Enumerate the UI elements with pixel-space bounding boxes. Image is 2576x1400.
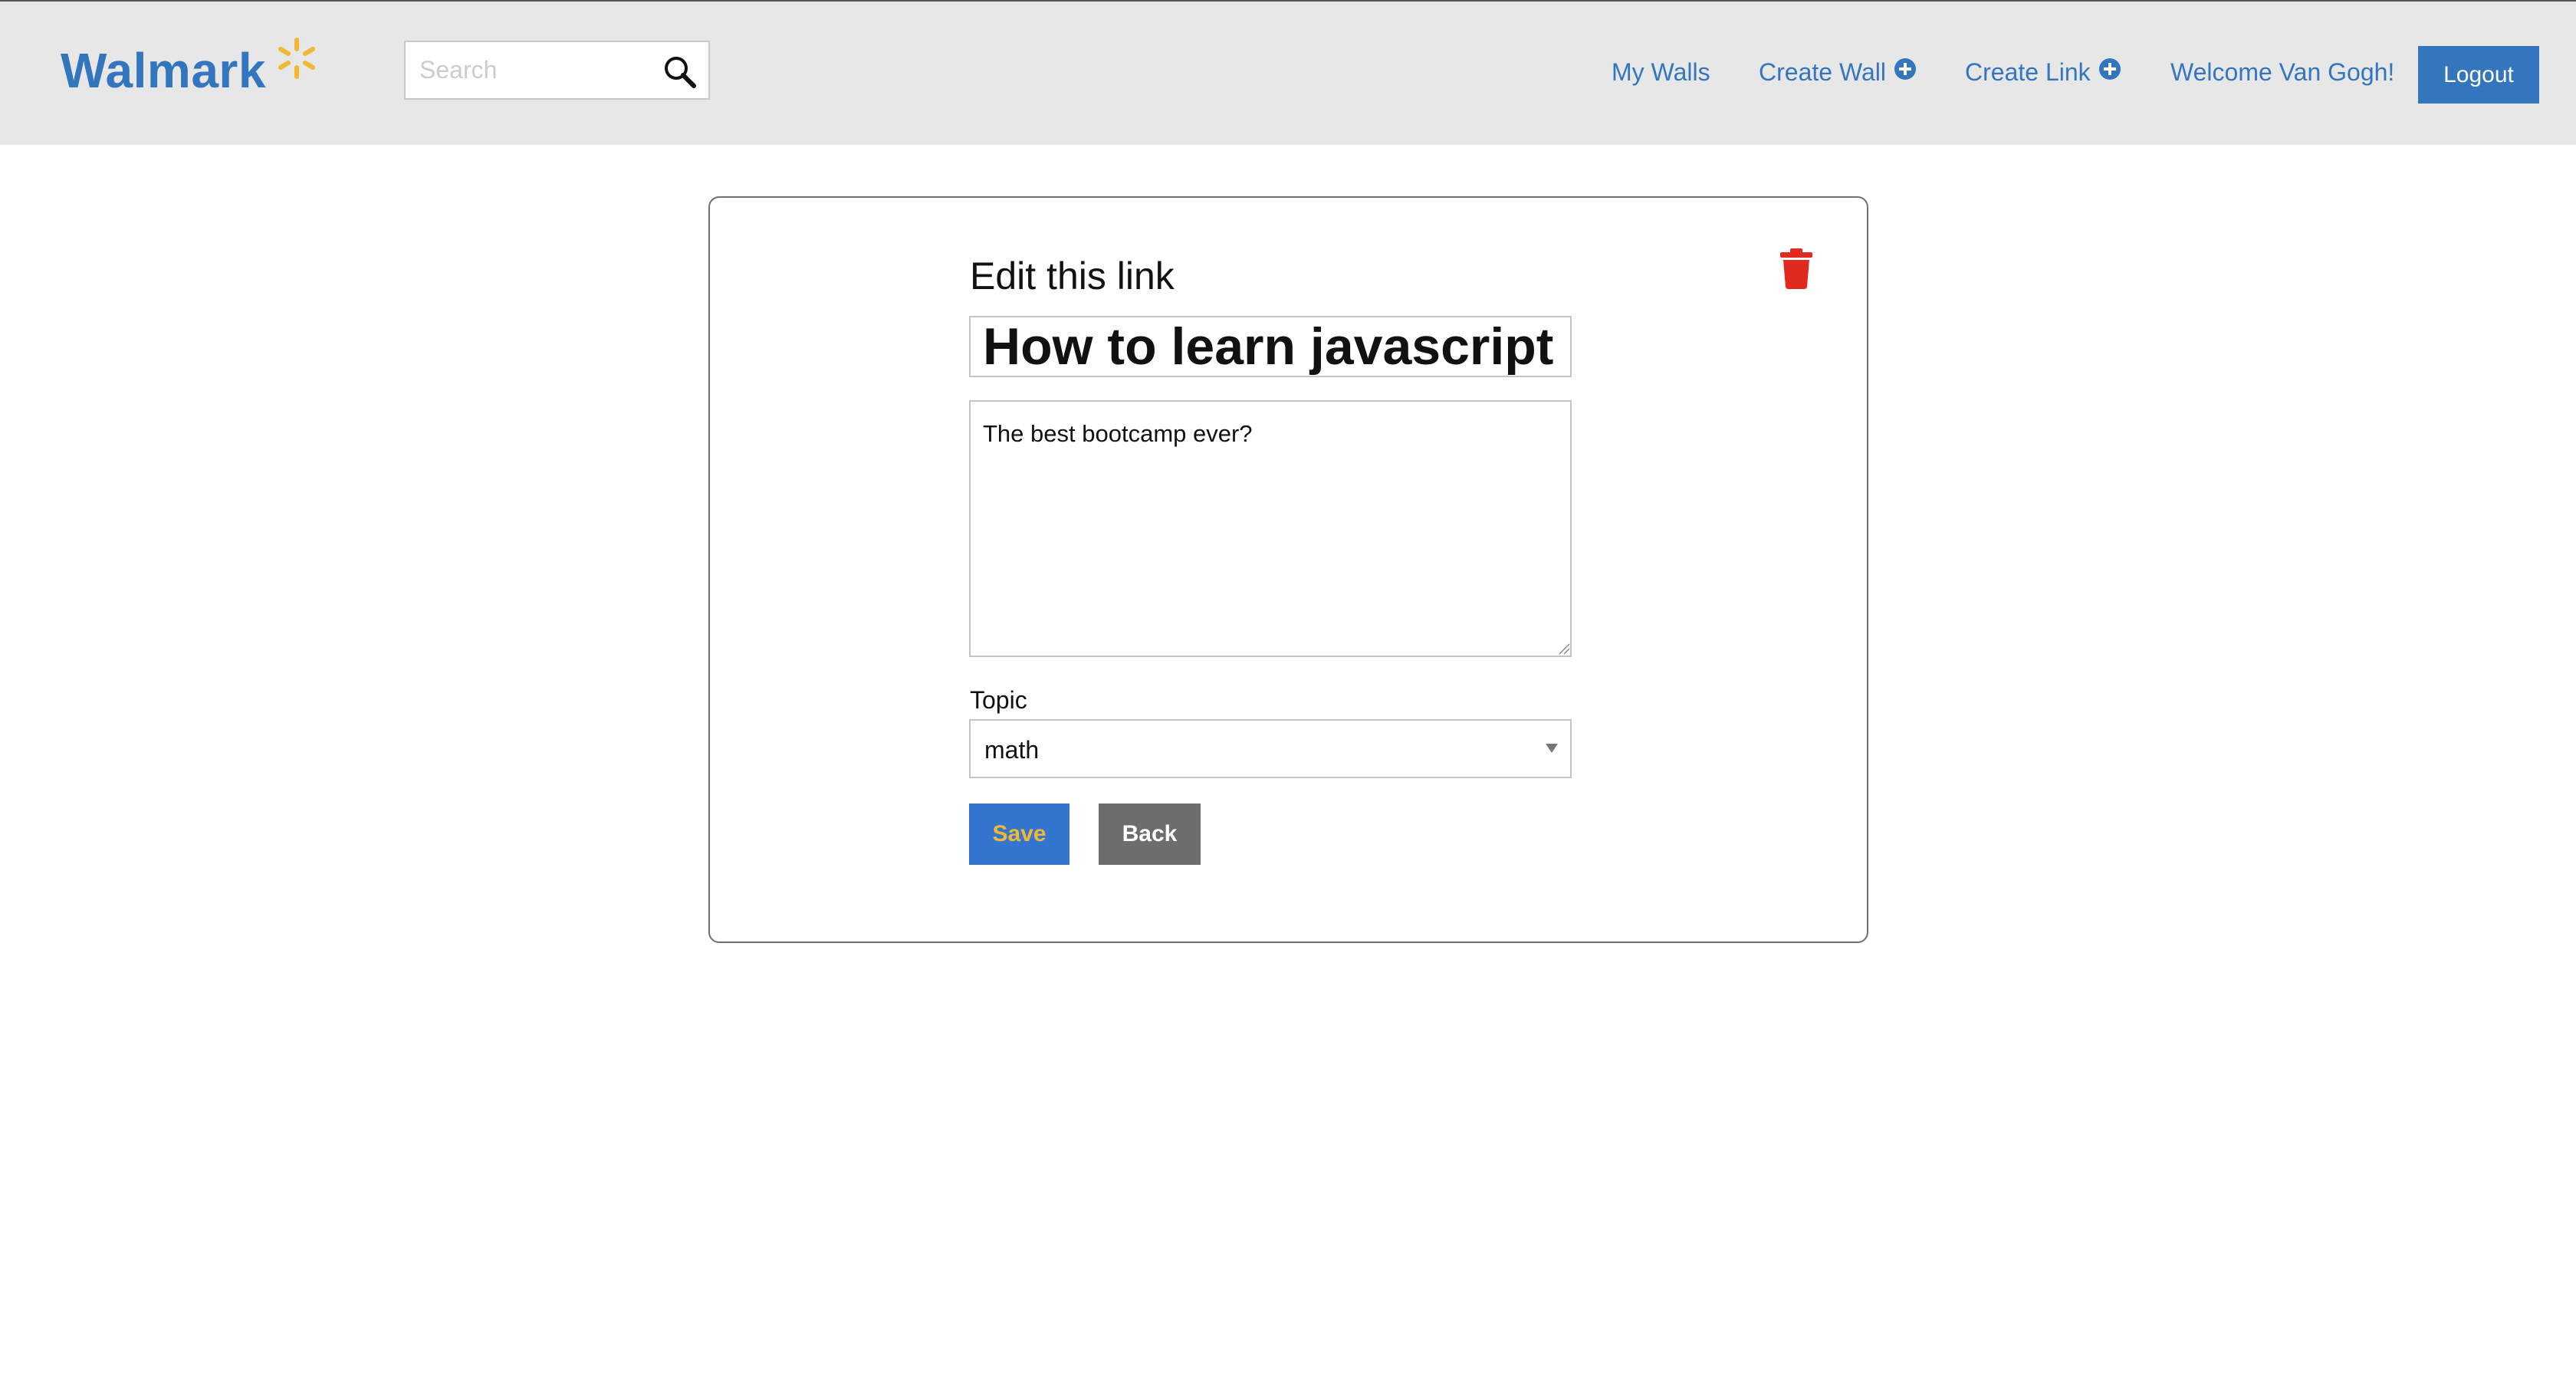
nav-create-link-label: Create Link: [1965, 58, 2091, 86]
form-heading: Edit this link: [970, 255, 1175, 297]
chevron-down-icon: [1546, 744, 1558, 753]
nav-welcome-user[interactable]: Welcome Van Gogh!: [2170, 58, 2394, 87]
nav-my-walls[interactable]: My Walls: [1612, 58, 1710, 87]
topic-label: Topic: [970, 686, 1027, 714]
plus-circle-icon: [2098, 58, 2121, 87]
topic-select[interactable]: math: [969, 719, 1572, 778]
nav-create-wall-label: Create Wall: [1759, 58, 1886, 86]
search-icon[interactable]: [662, 54, 698, 90]
resize-handle-icon[interactable]: [1558, 642, 1570, 655]
search-input[interactable]: [406, 42, 643, 98]
logo-text: Walmark: [61, 43, 266, 98]
nav-create-link[interactable]: Create Link: [1965, 58, 2121, 87]
back-button[interactable]: Back: [1099, 804, 1201, 865]
top-navbar: Walmark My Walls: [0, 0, 2576, 145]
topic-selected-value: math: [984, 736, 1040, 764]
plus-circle-icon: [1894, 58, 1917, 87]
search-box: [404, 41, 710, 100]
trash-icon[interactable]: [1779, 247, 1814, 290]
logo[interactable]: Walmark: [61, 37, 318, 101]
spark-icon: [275, 37, 318, 84]
link-description-textarea[interactable]: The best bootcamp ever?: [969, 400, 1572, 657]
logout-button[interactable]: Logout: [2418, 46, 2539, 104]
link-title-input[interactable]: [969, 316, 1572, 377]
nav-create-wall[interactable]: Create Wall: [1759, 58, 1917, 87]
save-button[interactable]: Save: [969, 804, 1070, 865]
